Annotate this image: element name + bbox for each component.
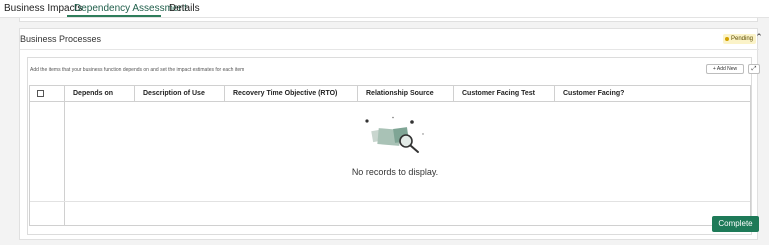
column-header-description-of-use[interactable]: Description of Use xyxy=(135,86,225,102)
column-header-depends-on[interactable]: Depends on xyxy=(65,86,135,102)
expand-icon: ⤢ xyxy=(751,66,757,72)
chevron-up-icon[interactable]: ⌃ xyxy=(754,32,764,42)
status-badge: Pending xyxy=(723,34,757,44)
table-header: Depends on Description of Use Recovery T… xyxy=(30,86,750,102)
dependencies-panel: Add the items that your business functio… xyxy=(27,57,760,235)
add-new-button[interactable]: + Add New xyxy=(706,64,744,74)
tab-bar: Business Impacts Dependency Assessment D… xyxy=(0,0,769,18)
business-processes-section: Business Processes Pending ⌃ Add the ite… xyxy=(19,28,763,240)
previous-section-edge xyxy=(19,18,758,22)
column-header-customer-facing-test[interactable]: Customer Facing Test xyxy=(454,86,555,102)
column-header-customer-facing[interactable]: Customer Facing? xyxy=(555,86,750,102)
dependencies-table: Depends on Description of Use Recovery T… xyxy=(29,85,751,226)
tab-business-impacts[interactable]: Business Impacts xyxy=(4,3,82,14)
row-select-rail xyxy=(64,102,65,226)
select-all-checkbox[interactable] xyxy=(37,90,44,97)
column-header-rto[interactable]: Recovery Time Objective (RTO) xyxy=(225,86,358,102)
section-title: Business Processes xyxy=(20,34,102,44)
empty-state-illustration-icon xyxy=(365,116,424,153)
plus-icon: + xyxy=(712,66,716,72)
section-divider xyxy=(20,49,759,50)
empty-state-message: No records to display. xyxy=(351,167,439,177)
tab-details[interactable]: Details xyxy=(169,3,200,14)
complete-button[interactable]: Complete xyxy=(712,216,759,232)
column-header-relationship-source[interactable]: Relationship Source xyxy=(358,86,454,102)
select-all-column xyxy=(30,86,65,102)
table-footer-divider xyxy=(30,201,750,202)
add-new-label: Add New xyxy=(716,66,738,72)
active-tab-indicator xyxy=(67,15,161,17)
panel-hint: Add the items that your business functio… xyxy=(30,67,245,73)
expand-button[interactable]: ⤢ xyxy=(748,64,760,74)
